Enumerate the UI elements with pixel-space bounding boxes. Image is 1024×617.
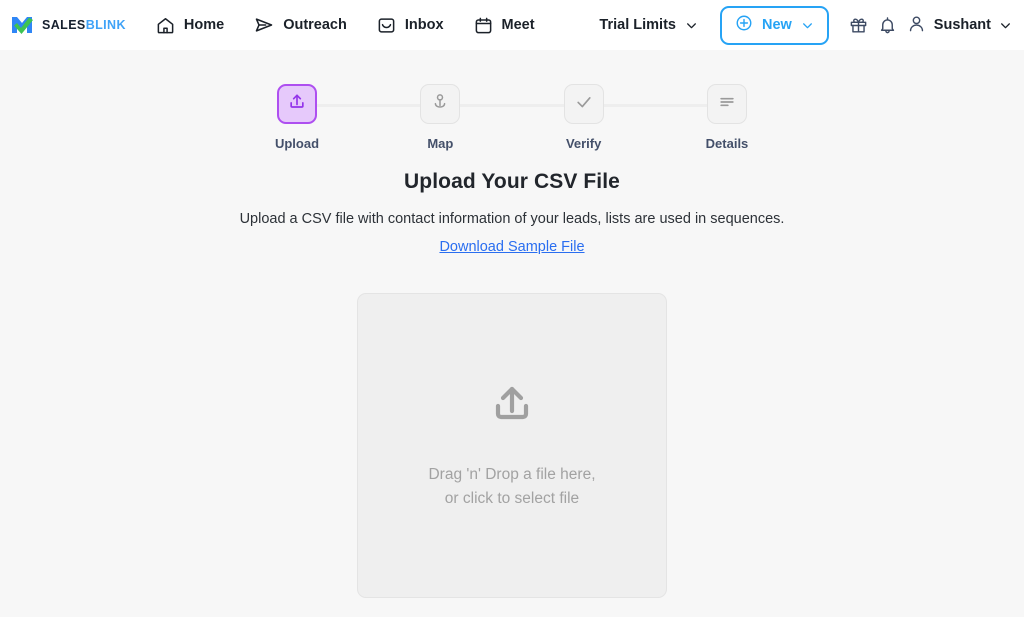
stepper-step-details-label: Details — [705, 136, 749, 151]
nav-item-inbox[interactable]: Inbox — [377, 16, 444, 35]
stepper-step-details-box — [706, 84, 747, 124]
stepper-step-upload[interactable]: Upload — [262, 84, 332, 151]
send-icon — [254, 15, 274, 35]
chevron-down-icon — [999, 19, 1012, 32]
upload-icon — [488, 380, 536, 433]
gift-icon[interactable] — [849, 16, 868, 35]
salesblink-logo-mark — [10, 13, 36, 37]
stepper-step-map[interactable]: Map — [405, 84, 475, 151]
calendar-icon — [474, 16, 493, 35]
align-left-icon — [717, 92, 737, 117]
stepper-step-map-label: Map — [427, 136, 454, 151]
chevron-down-icon — [801, 19, 814, 32]
stepper-step-verify[interactable]: Verify — [549, 84, 619, 151]
file-dropzone-text: Drag 'n' Drop a file here, or click to s… — [428, 466, 596, 507]
plus-circle-icon — [735, 14, 753, 36]
stepper-step-upload-label: Upload — [274, 136, 320, 151]
nav-item-meet[interactable]: Meet — [474, 16, 535, 35]
user-menu[interactable]: Sushant — [907, 14, 1012, 37]
upload-stepper: Upload Map Verify Details — [262, 84, 762, 151]
new-button[interactable]: New — [719, 5, 829, 45]
home-icon — [156, 16, 175, 35]
page-subtitle: Upload a CSV file with contact informati… — [239, 211, 785, 227]
app-header: SALESBLINK Home Outreach Inbox Meet Tria… — [0, 0, 1024, 50]
stepper-step-verify-box — [563, 84, 604, 124]
nav-item-outreach-label: Outreach — [283, 17, 347, 33]
user-icon — [907, 14, 926, 37]
nav-item-outreach[interactable]: Outreach — [254, 15, 347, 35]
stepper-step-upload-box — [277, 84, 317, 124]
nav-item-inbox-label: Inbox — [404, 17, 444, 33]
new-button-label: New — [761, 17, 792, 33]
nav-item-home-label: Home — [183, 17, 225, 33]
main-nav: Home Outreach Inbox Meet — [156, 15, 535, 35]
stepper-step-map-box — [420, 84, 461, 124]
bell-icon[interactable] — [878, 16, 897, 35]
brand-logo[interactable]: SALESBLINK — [10, 13, 126, 37]
user-menu-label: Sushant — [933, 17, 991, 33]
stepper-step-verify-label: Verify — [565, 136, 602, 151]
check-icon — [574, 92, 594, 117]
upload-icon — [287, 92, 307, 117]
chevron-down-icon — [685, 19, 698, 32]
page-title: Upload Your CSV File — [404, 170, 620, 193]
brand-logo-text-secondary: BLINK — [85, 18, 126, 32]
upload-page: Upload Your CSV File Upload a CSV file w… — [0, 150, 1024, 598]
trial-limits-menu[interactable]: Trial Limits — [599, 17, 698, 33]
brand-logo-text: SALESBLINK — [42, 18, 126, 32]
brand-logo-text-primary: SALES — [42, 18, 86, 32]
nav-item-meet-label: Meet — [501, 17, 535, 33]
header-right-cluster: Trial Limits New Sushant — [599, 5, 1012, 45]
trial-limits-label: Trial Limits — [599, 17, 676, 33]
nav-item-home[interactable]: Home — [156, 16, 224, 35]
map-pin-icon — [430, 92, 450, 117]
inbox-icon — [377, 16, 396, 35]
download-sample-file-link[interactable]: Download Sample File — [439, 239, 584, 255]
file-dropzone[interactable]: Drag 'n' Drop a file here, or click to s… — [357, 293, 667, 598]
stepper-step-details[interactable]: Details — [692, 84, 762, 151]
